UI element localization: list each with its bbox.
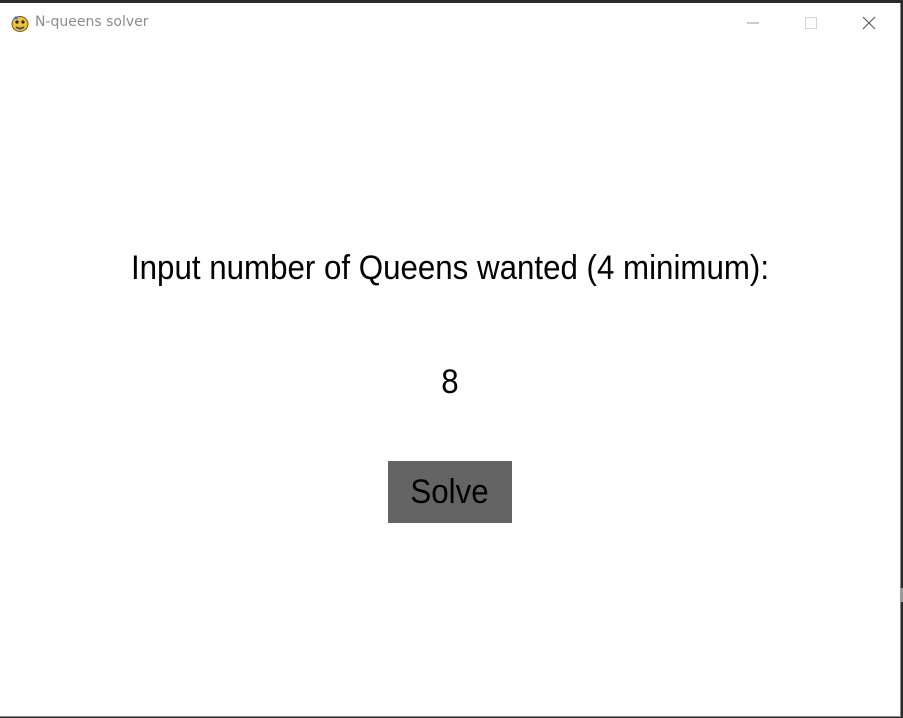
pygame-snake-icon <box>10 13 30 33</box>
title-bar[interactable]: N-queens solver <box>0 3 900 43</box>
close-button[interactable] <box>840 3 898 43</box>
maximize-button[interactable] <box>782 3 840 43</box>
content-area: Input number of Queens wanted (4 minimum… <box>0 43 900 716</box>
minimize-button[interactable] <box>724 3 782 43</box>
app-window: N-queens solver Input number of Queens w… <box>0 3 901 717</box>
solve-button-label: Solve <box>410 472 490 511</box>
minimize-icon <box>747 22 759 24</box>
queen-count-input[interactable]: 8 <box>36 363 864 402</box>
window-title: N-queens solver <box>35 14 149 30</box>
maximize-icon <box>805 17 817 29</box>
close-icon <box>862 16 876 30</box>
solve-button[interactable]: Solve <box>388 461 512 523</box>
queen-count-prompt: Input number of Queens wanted (4 minimum… <box>130 249 770 287</box>
